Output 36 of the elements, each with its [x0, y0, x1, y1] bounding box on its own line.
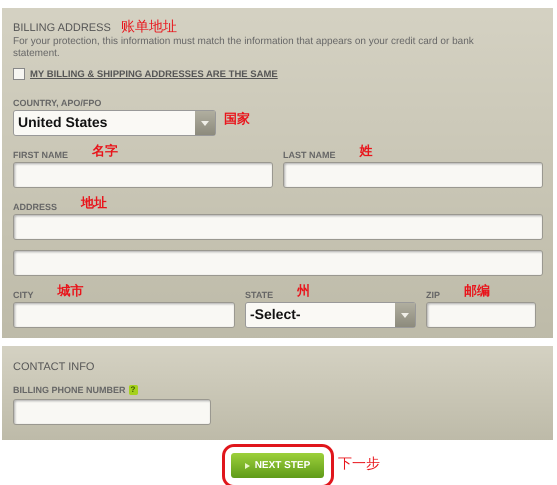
checkbox[interactable]	[13, 68, 25, 80]
annotation-text: 姓	[360, 143, 372, 160]
next-step-button[interactable]: NEXT STEP	[231, 453, 324, 478]
dropdown[interactable]: -Select-	[245, 302, 416, 328]
field-label: CITY	[13, 290, 34, 300]
input-field[interactable]	[13, 399, 211, 425]
field-label: ZIP	[426, 290, 440, 300]
field-label: ADDRESS	[13, 202, 58, 212]
play-icon	[244, 462, 250, 468]
annotation-text: 下一步	[338, 455, 380, 473]
field-label: LAST NAME	[283, 150, 336, 160]
description-text: For your protection, this information must match the information that appears on your credit card or bank statement.	[13, 36, 475, 60]
annotation-text: 州	[297, 283, 310, 300]
annotation-text: 国家	[224, 110, 250, 128]
input-field[interactable]	[283, 162, 543, 188]
input-field[interactable]	[13, 162, 273, 188]
annotation-text: 账单地址	[120, 18, 177, 36]
annotation-text: 邮编	[464, 282, 490, 300]
help-icon[interactable]: ?	[128, 385, 138, 395]
field-label: STATE	[245, 290, 274, 300]
input-field[interactable]	[426, 302, 536, 328]
input-field[interactable]	[13, 214, 543, 240]
annotation-text: 地址	[81, 195, 108, 212]
same-address-link[interactable]: MY BILLING & SHIPPING ADDRESSES ARE THE SAME	[30, 68, 278, 80]
caret-icon	[201, 120, 209, 126]
caret-icon	[401, 312, 409, 318]
input-field[interactable]	[13, 302, 235, 328]
section-title: BILLING ADDRESS	[13, 22, 111, 34]
annotation-text: 城市	[58, 282, 84, 300]
field-label: FIRST NAME	[13, 150, 68, 160]
section-title: CONTACT INFO	[13, 361, 96, 373]
input-field[interactable]	[13, 250, 543, 276]
annotation-text: 名字	[92, 142, 118, 160]
field-label: COUNTRY, APO/FPO	[13, 98, 102, 108]
dropdown[interactable]: United States	[13, 110, 216, 136]
field-label: BILLING PHONE NUMBER	[13, 385, 126, 395]
